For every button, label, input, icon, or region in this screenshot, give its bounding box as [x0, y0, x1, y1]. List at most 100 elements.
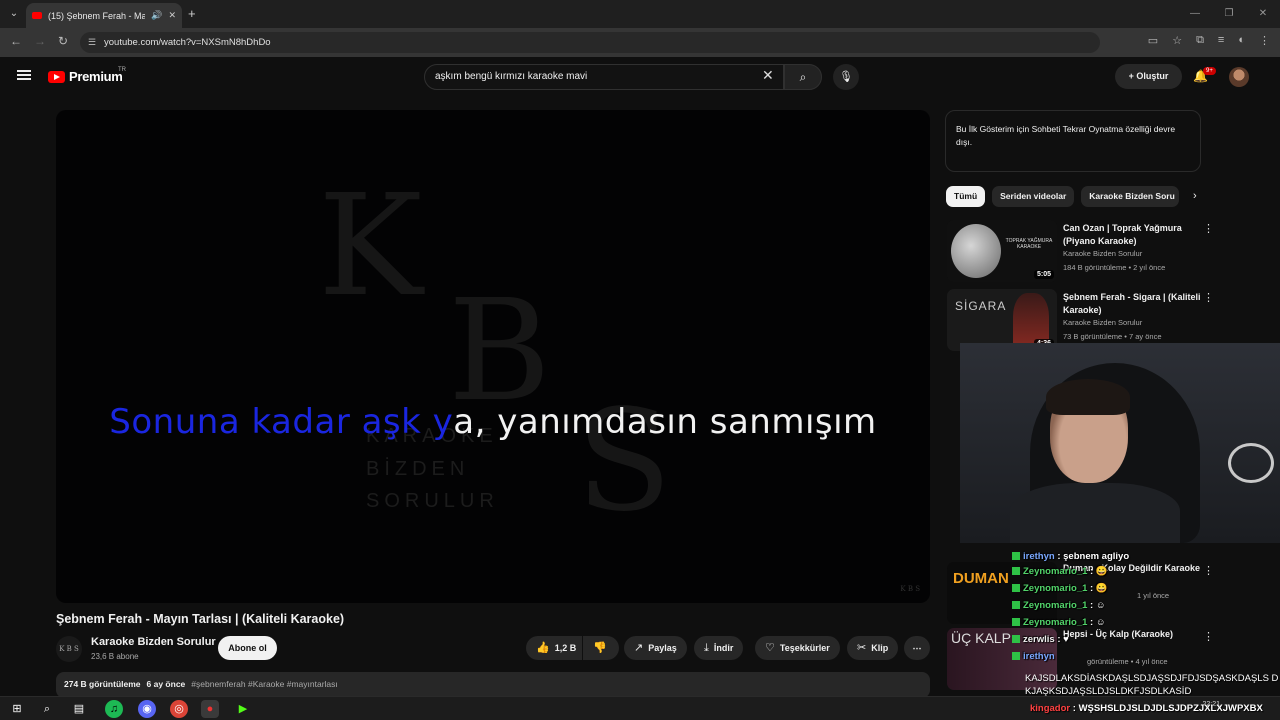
clear-search-icon[interactable]: ✕: [762, 67, 774, 84]
back-arrow-icon[interactable]: ←: [10, 34, 22, 48]
rec-channel[interactable]: Karaoke Bizden Sorulur: [1063, 318, 1142, 327]
browser-menu-icon[interactable]: ⋮: [1259, 34, 1270, 47]
youtube-play-logo-icon: [48, 70, 65, 83]
streamer-body: [1010, 483, 1180, 543]
sub-badge-icon: [1012, 652, 1020, 661]
clip-button[interactable]: ✂ Klip: [847, 636, 899, 660]
create-button[interactable]: + Oluştur: [1115, 64, 1182, 89]
upload-age: 6 ay önce: [146, 679, 186, 689]
rec-channel[interactable]: Karaoke Bizden Sorulur: [1063, 249, 1142, 258]
video-title: Şebnem Ferah - Mayın Tarlası | (Kaliteli…: [56, 612, 345, 626]
tab-audio-icon[interactable]: 🔊: [151, 10, 162, 21]
karaoke-lyric-line: Sonuna kadar aşk ya, yanımdasın sanmışım: [56, 402, 930, 442]
recommendation-item[interactable]: TOPRAK YAĞMURA KARAOKE 5:05 Can Ozan | T…: [947, 220, 1217, 282]
like-button[interactable]: 👍 1,2 B: [526, 636, 582, 660]
sub-badge-icon: [1012, 635, 1020, 644]
url-text: youtube.com/watch?v=NXSmN8hDhDo: [104, 37, 271, 48]
description-box[interactable]: 274 B görüntüleme 6 ay önce #şebnemferah #…: [56, 672, 930, 698]
bookmark-star-icon[interactable]: ☆: [1172, 34, 1182, 47]
kick-streamer-icon[interactable]: ▶: [234, 700, 252, 718]
tab-title: (15) Şebnem Ferah - Mayın Tarlası | (Kal…: [48, 10, 146, 21]
chip-channel[interactable]: Karaoke Bizden Soru: [1081, 186, 1180, 207]
download-button[interactable]: ⤓ İndir: [694, 636, 744, 660]
voice-search-mic-icon[interactable]: 🎙: [833, 64, 859, 90]
profile-icon[interactable]: ◐: [1238, 34, 1245, 47]
minimize-icon[interactable]: —: [1178, 0, 1212, 28]
watermark-line-3: SORULUR: [366, 490, 499, 512]
view-count: 274 B görüntüleme: [64, 679, 141, 689]
subscribe-button[interactable]: Abone ol: [218, 636, 277, 660]
sub-badge-icon: [1012, 584, 1020, 593]
browser-tab-active[interactable]: (15) Şebnem Ferah - Mayın Tarlası | (Kal…: [26, 3, 182, 28]
rec-menu-icon[interactable]: ⋮: [1203, 222, 1214, 235]
search-input[interactable]: aşkım bengü kırmızı karaoke mavi: [424, 64, 784, 90]
reload-icon[interactable]: ↻: [58, 34, 68, 48]
stream-chat-overlay: irethyn : şebnem agliyo Zeynomario_1 : 😀…: [1012, 548, 1280, 665]
site-info-icon[interactable]: ☰: [88, 32, 96, 53]
chips-next-chevron-icon[interactable]: ›: [1193, 190, 1197, 202]
chat-text: şebnem agliyo: [1063, 551, 1130, 562]
share-icon: ↗: [634, 642, 644, 654]
channel-name[interactable]: Karaoke Bizden Sorulur: [91, 636, 216, 648]
chat-message: Zeynomario_1 : 😀: [1012, 563, 1280, 580]
search-icon[interactable]: ⌕: [38, 700, 56, 718]
hamburger-menu-icon[interactable]: [17, 70, 31, 80]
forward-arrow-icon[interactable]: →: [34, 34, 46, 48]
rec-meta: 73 B görüntüleme • 7 ay önce: [1063, 332, 1162, 341]
new-tab-plus-icon[interactable]: +: [188, 6, 196, 21]
chrome-icon[interactable]: ◎: [170, 700, 188, 718]
windows-start-icon[interactable]: ⊞: [8, 700, 26, 718]
headset-on-stand: [1228, 443, 1274, 483]
thumb-caption: TOPRAK YAĞMURA KARAOKE: [1005, 238, 1053, 250]
tab-close-icon[interactable]: ✕: [168, 10, 176, 21]
video-player[interactable]: K B S KARAOKE BİZDEN SORULUR Sonuna kada…: [56, 110, 930, 603]
cast-icon[interactable]: ▭: [1148, 34, 1158, 47]
dislike-button[interactable]: 👎: [583, 636, 619, 660]
sub-badge-icon: [1012, 618, 1020, 627]
notification-count-badge: 9+: [1203, 67, 1216, 75]
url-field[interactable]: ☰ youtube.com/watch?v=NXSmN8hDhDo: [80, 32, 1100, 53]
chip-series[interactable]: Seriden videolar: [992, 186, 1075, 207]
search-button[interactable]: ⌕: [784, 64, 822, 90]
tab-list-chevron-icon[interactable]: ⌄: [6, 6, 22, 22]
rec-thumbnail[interactable]: TOPRAK YAĞMURA KARAOKE 5:05: [947, 220, 1057, 282]
chat-username: Zeynomario_1: [1023, 617, 1088, 628]
chat-username: irethyn: [1023, 551, 1055, 562]
logo-region-code: TR: [118, 67, 126, 73]
download-icon: ⤓: [704, 642, 709, 654]
restore-icon[interactable]: ❐: [1212, 0, 1246, 28]
spotify-icon[interactable]: ♫: [105, 700, 123, 718]
media-control-icon[interactable]: ≡: [1218, 34, 1224, 47]
youtube-premium-logo[interactable]: Premium: [48, 69, 123, 84]
sub-badge-icon: [1012, 601, 1020, 610]
account-avatar[interactable]: [1229, 67, 1249, 87]
rec-thumbnail[interactable]: SİGARA 4:36: [947, 289, 1057, 351]
extensions-icon[interactable]: ⧉: [1196, 34, 1204, 47]
rec-title[interactable]: Can Ozan | Toprak Yağmura (Piyano Karaok…: [1063, 222, 1203, 248]
chat-username: zerwlis: [1023, 634, 1055, 645]
chat-message: Zeynomario_1 : 😀: [1012, 580, 1280, 597]
rec-meta: 184 B görüntüleme • 2 yıl önce: [1063, 263, 1166, 272]
recommendation-item[interactable]: SİGARA 4:36 Şebnem Ferah - Sigara | (Kal…: [947, 289, 1217, 351]
discord-icon[interactable]: ◉: [138, 700, 156, 718]
rec-title[interactable]: Şebnem Ferah - Sigara | (Kaliteli Karaok…: [1063, 291, 1203, 317]
chip-all[interactable]: Tümü: [946, 186, 986, 207]
chat-message: Zeynomario_1 : ☺: [1012, 614, 1280, 631]
chat-username: Zeynomario_1: [1023, 600, 1088, 611]
corner-channel-watermark: K B S: [900, 585, 920, 593]
chat-message: zerwlis : ♥: [1012, 631, 1280, 648]
more-actions-icon[interactable]: ⋯: [904, 636, 930, 660]
channel-avatar[interactable]: K B S: [56, 636, 82, 662]
obs-recording-icon[interactable]: ●: [201, 700, 219, 718]
sub-badge-icon: [1012, 552, 1020, 561]
streamer-webcam-overlay: [960, 343, 1280, 543]
task-view-icon[interactable]: ▤: [70, 700, 88, 718]
hashtags[interactable]: #şebnemferah #Karaoke #mayıntarlası: [191, 679, 337, 689]
thanks-heart-icon: ♡: [765, 642, 775, 654]
chat-message: kingador : WŞSHSLDJSLDJDLSJDPZJXLXJWPXBX: [1030, 703, 1263, 714]
thanks-button[interactable]: ♡ Teşekkürler: [755, 636, 840, 660]
window-controls: — ❐ ✕: [1178, 0, 1280, 28]
close-window-icon[interactable]: ✕: [1246, 0, 1280, 28]
rec-menu-icon[interactable]: ⋮: [1203, 291, 1214, 304]
share-button[interactable]: ↗ Paylaş: [624, 636, 687, 660]
